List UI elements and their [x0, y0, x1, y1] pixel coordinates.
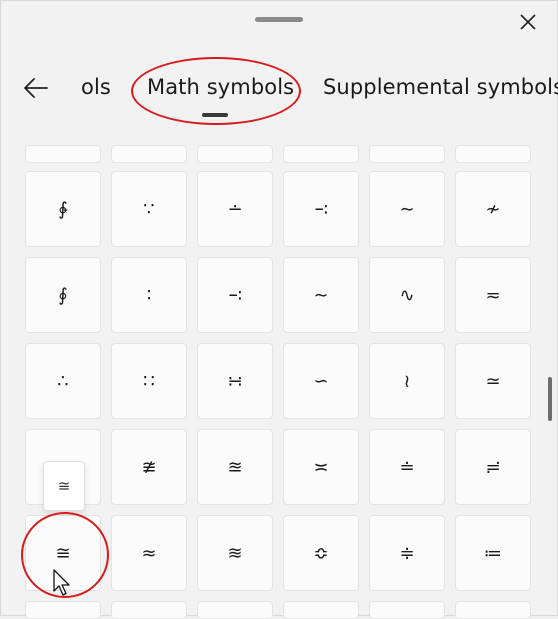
symbol-cell[interactable]: ≔	[455, 515, 531, 591]
symbol-cell[interactable]: ≀	[369, 343, 445, 419]
symbol-cell[interactable]	[25, 145, 101, 163]
symbol-cell[interactable]	[455, 601, 531, 619]
back-arrow-icon[interactable]	[19, 71, 53, 105]
symbol-cell[interactable]: ≐	[369, 429, 445, 505]
symbol-tooltip: ≅	[43, 461, 85, 511]
symbol-cell[interactable]: ∷	[111, 343, 187, 419]
tab-supplemental-symbols[interactable]: Supplemental symbols	[323, 75, 558, 99]
symbol-cell[interactable]: ≎	[283, 515, 359, 591]
symbol-cell[interactable]	[369, 145, 445, 163]
symbol-cell[interactable]: ≑	[369, 515, 445, 591]
emoji-symbol-panel: ols Math symbols Supplemental symbols ∲ ∵…	[0, 0, 558, 619]
symbol-cell[interactable]: ∮	[25, 257, 101, 333]
symbol-cell[interactable]	[197, 601, 273, 619]
close-icon[interactable]	[513, 7, 543, 37]
symbol-cell[interactable]	[25, 601, 101, 619]
symbol-cell[interactable]: ≁	[455, 171, 531, 247]
symbol-cell[interactable]: ≍	[283, 429, 359, 505]
symbol-cell[interactable]	[111, 601, 187, 619]
symbol-cell[interactable]	[455, 145, 531, 163]
symbol-cell[interactable]: ∵	[111, 171, 187, 247]
tab-math-symbols[interactable]: Math symbols	[147, 75, 294, 99]
symbol-cell[interactable]: ≇	[111, 429, 187, 505]
symbol-cell[interactable]	[197, 145, 273, 163]
symbol-cell[interactable]	[283, 601, 359, 619]
symbol-cell[interactable]: ∲	[25, 171, 101, 247]
symbol-cell[interactable]	[111, 145, 187, 163]
symbol-cell[interactable]	[283, 145, 359, 163]
symbol-cell[interactable]: ∽	[283, 343, 359, 419]
symbol-cell[interactable]: ∺	[197, 343, 273, 419]
symbol-cell[interactable]: ≋	[197, 515, 273, 591]
symbol-cell[interactable]: ∿	[369, 257, 445, 333]
symbol-cell[interactable]: ∼	[283, 257, 359, 333]
symbol-cell[interactable]: ≂	[455, 257, 531, 333]
active-tab-indicator	[202, 113, 228, 117]
scrollbar-thumb[interactable]	[548, 377, 552, 421]
symbol-cell[interactable]: ∴	[25, 343, 101, 419]
symbol-cell[interactable]: ∹	[283, 171, 359, 247]
drag-handle[interactable]	[255, 17, 303, 22]
symbol-cell[interactable]: ≃	[455, 343, 531, 419]
symbol-cell[interactable]: ∸	[197, 171, 273, 247]
symbol-cell[interactable]: ∶	[111, 257, 187, 333]
symbol-cell[interactable]: ∼	[369, 171, 445, 247]
symbol-cell[interactable]: ≈	[111, 515, 187, 591]
symbol-cell[interactable]: ≓	[455, 429, 531, 505]
tab-symbols[interactable]: ols	[81, 75, 111, 99]
mouse-pointer-icon	[53, 569, 71, 601]
symbol-cell[interactable]	[369, 601, 445, 619]
symbol-cell[interactable]: ∹	[197, 257, 273, 333]
symbol-cell[interactable]: ≊	[197, 429, 273, 505]
